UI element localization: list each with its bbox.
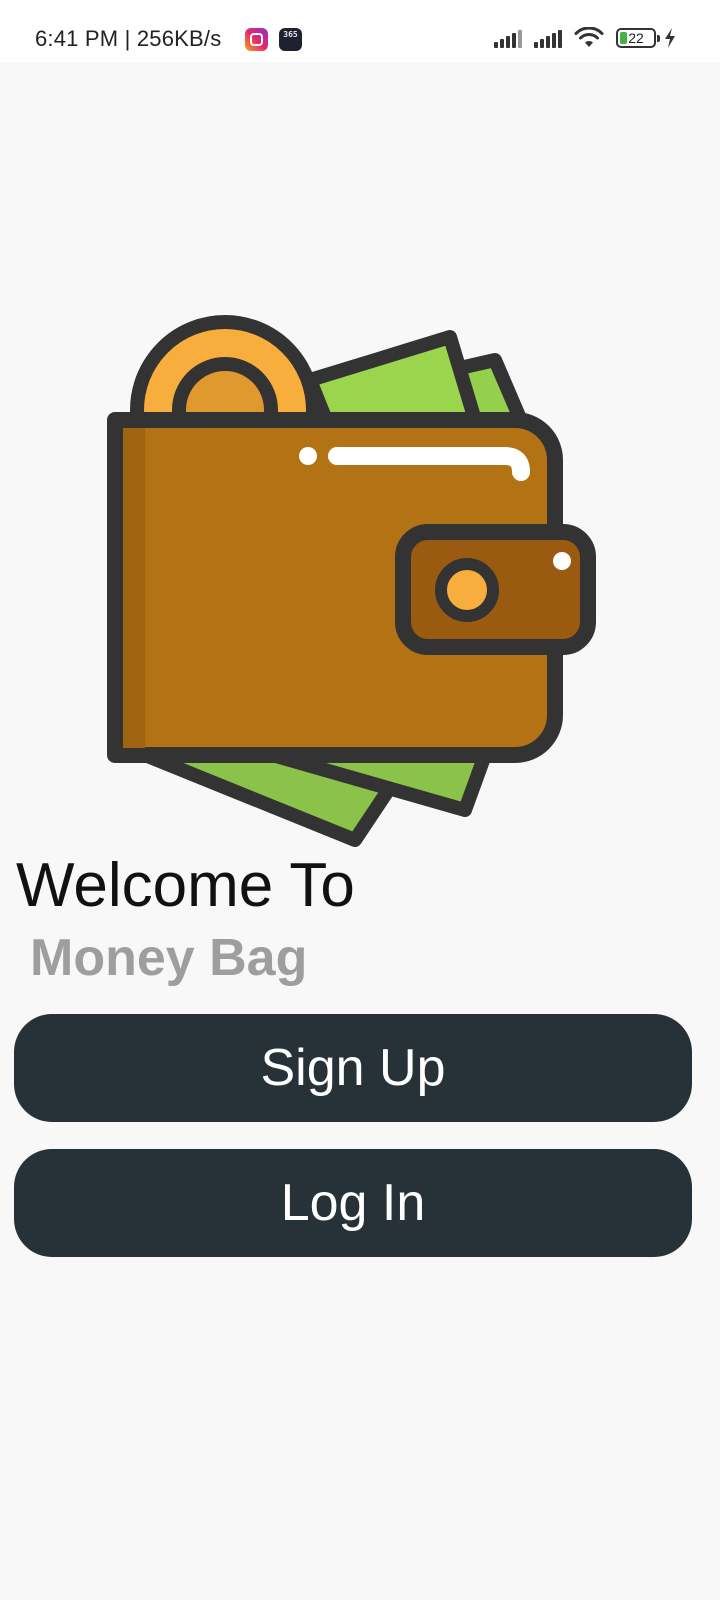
app-name: Money Bag [30,929,308,987]
wallet-icon [107,315,596,847]
charging-icon [665,28,675,48]
battery-level: 22 [628,30,644,46]
instagram-icon [245,28,268,51]
wifi-icon [574,27,604,47]
signal-icon-2 [534,28,562,48]
sign-up-button[interactable]: Sign Up [14,1014,692,1122]
status-bar: 6:41 PM | 256KB/s 365 22 [0,0,720,62]
signal-icon [494,28,522,48]
scores-app-icon: 365 [279,28,302,51]
battery-icon: 22 [616,28,660,48]
system-status-icons: 22 [494,24,676,52]
status-time: 6:41 PM | 256KB/s [35,26,222,51]
welcome-title: Welcome To [16,851,355,920]
log-in-button[interactable]: Log In [14,1149,692,1257]
